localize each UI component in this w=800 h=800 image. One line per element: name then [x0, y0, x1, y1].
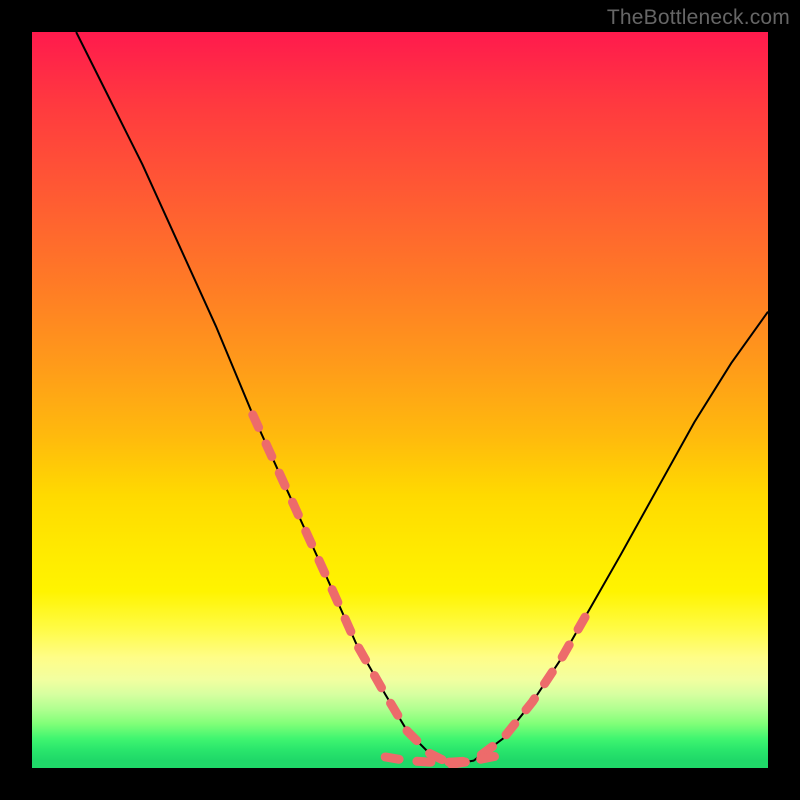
watermark-text: TheBottleneck.com [607, 6, 790, 30]
chart-svg [32, 32, 768, 768]
series-left-curve [76, 32, 451, 764]
chart-frame: TheBottleneck.com [0, 0, 800, 800]
plot-area [32, 32, 768, 768]
series-left-dashed-overlay [253, 415, 452, 765]
series-right-dashed-overlay [452, 606, 592, 764]
series-right-curve [452, 312, 768, 765]
